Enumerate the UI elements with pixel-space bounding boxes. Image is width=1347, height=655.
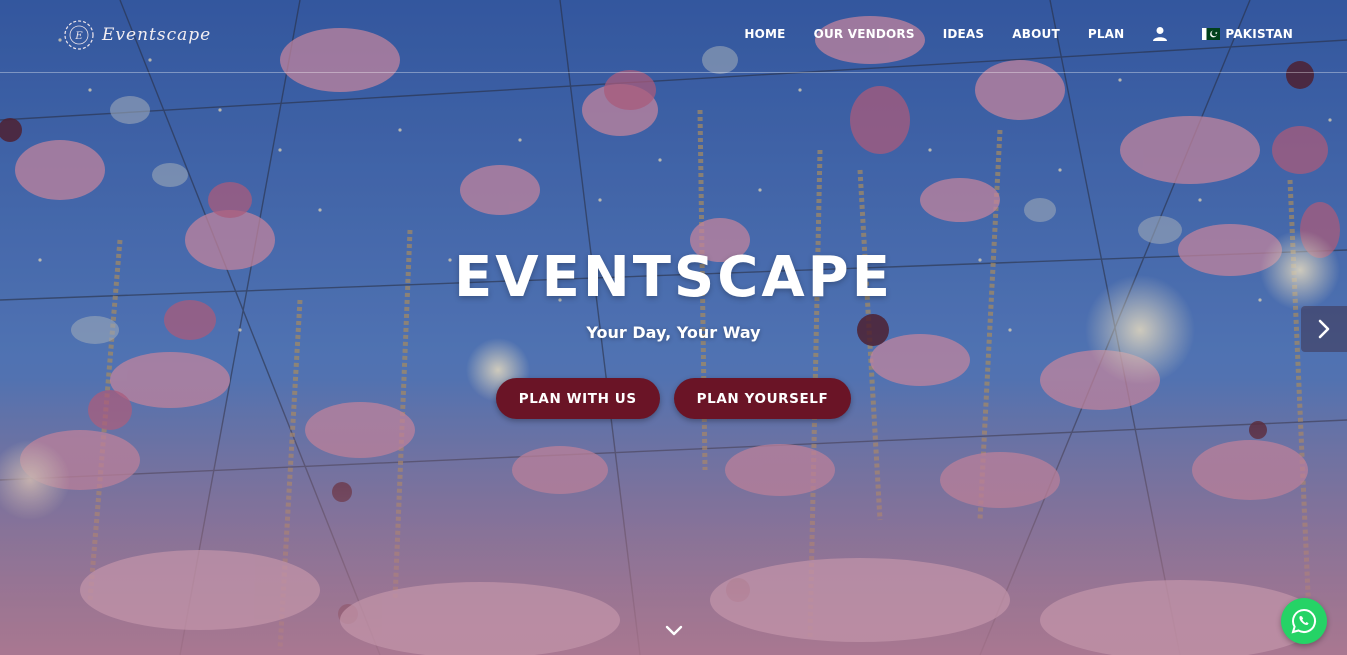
scroll-down-button[interactable] — [664, 621, 684, 641]
hero-section: E Eventscape HOME OUR VENDORS IDEAS ABOU… — [0, 0, 1347, 655]
whatsapp-button[interactable] — [1281, 598, 1327, 644]
logo-text: Eventscape — [102, 25, 212, 45]
logo-wreath-icon: E — [64, 20, 94, 50]
hero-buttons: PLAN WITH US PLAN YOURSELF — [0, 378, 1347, 419]
hero-subtitle: Your Day, Your Way — [586, 323, 761, 342]
nav-link-ideas[interactable]: IDEAS — [943, 24, 985, 44]
nav-menu: HOME OUR VENDORS IDEAS ABOUT PLAN PAKIST… — [716, 24, 1293, 44]
chevron-right-icon — [1318, 319, 1330, 339]
nav-link-about[interactable]: ABOUT — [1012, 24, 1060, 44]
nav-link-home[interactable]: HOME — [744, 24, 785, 44]
pakistan-flag-icon — [1202, 28, 1221, 40]
whatsapp-icon — [1291, 608, 1316, 634]
eventscape-logo[interactable]: E Eventscape — [62, 16, 211, 54]
nav-link-our-vendors[interactable]: OUR VENDORS — [814, 24, 915, 44]
svg-text:E: E — [74, 31, 83, 42]
hero-content: EVENTSCAPE Your Day, Your Way PLAN WITH … — [0, 238, 1347, 419]
hero-title: EVENTSCAPE — [454, 245, 893, 310]
chevron-down-icon — [665, 625, 683, 636]
country-selector[interactable]: PAKISTAN — [1202, 24, 1293, 44]
slider-next-button[interactable] — [1301, 306, 1347, 352]
country-label: PAKISTAN — [1225, 27, 1293, 41]
plan-with-us-button[interactable]: PLAN WITH US — [495, 378, 660, 419]
user-icon[interactable] — [1152, 26, 1168, 42]
plan-yourself-button[interactable]: PLAN YOURSELF — [673, 378, 852, 419]
top-navbar: E Eventscape HOME OUR VENDORS IDEAS ABOU… — [0, 0, 1347, 73]
nav-link-plan[interactable]: PLAN — [1088, 24, 1125, 44]
